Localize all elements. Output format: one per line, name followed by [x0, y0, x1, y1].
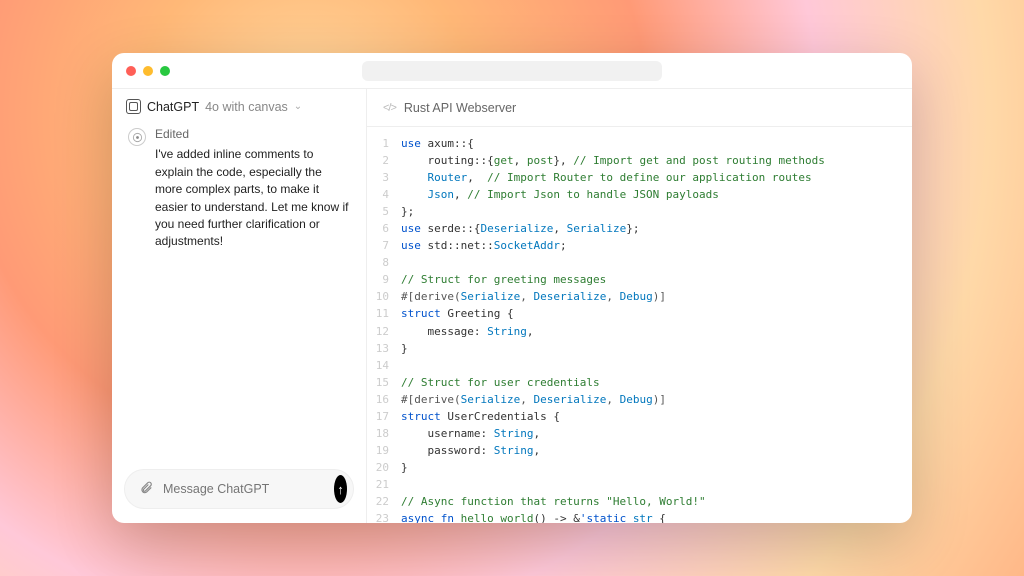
canvas-title: Rust API Webserver [404, 101, 516, 115]
send-button[interactable]: ↑ [334, 475, 347, 503]
canvas-header: </> Rust API Webserver [367, 89, 912, 127]
code-line[interactable]: 15// Struct for user credentials [367, 374, 912, 391]
main-split: ChatGPT 4o with canvas ⌄ Edited I've add… [112, 89, 912, 523]
assistant-text: Edited I've added inline comments to exp… [155, 126, 350, 251]
code-icon: </> [383, 102, 396, 114]
line-number: 23 [367, 510, 401, 523]
code-content[interactable]: routing::{get, post}, // Import get and … [401, 152, 912, 169]
code-content[interactable]: Router, // Import Router to define our a… [401, 169, 912, 186]
code-line[interactable]: 5}; [367, 203, 912, 220]
code-line[interactable]: 13} [367, 340, 912, 357]
code-content[interactable] [401, 357, 912, 374]
line-number: 14 [367, 357, 401, 374]
line-number: 20 [367, 459, 401, 476]
line-number: 15 [367, 374, 401, 391]
chat-panel: ChatGPT 4o with canvas ⌄ Edited I've add… [112, 89, 367, 523]
line-number: 12 [367, 323, 401, 340]
assistant-turn: Edited I've added inline comments to exp… [128, 126, 350, 251]
code-content[interactable]: // Struct for greeting messages [401, 271, 912, 288]
line-number: 9 [367, 271, 401, 288]
code-content[interactable]: struct UserCredentials { [401, 408, 912, 425]
code-content[interactable]: async fn hello_world() -> &'static str { [401, 510, 912, 523]
code-line[interactable]: 1use axum::{ [367, 135, 912, 152]
code-content[interactable]: } [401, 340, 912, 357]
code-content[interactable]: use serde::{Deserialize, Serialize}; [401, 220, 912, 237]
code-line[interactable]: 23async fn hello_world() -> &'static str… [367, 510, 912, 523]
line-number: 16 [367, 391, 401, 408]
code-line[interactable]: 10#[derive(Serialize, Deserialize, Debug… [367, 288, 912, 305]
chevron-down-icon: ⌄ [294, 101, 302, 112]
attach-icon[interactable] [139, 481, 153, 498]
line-number: 11 [367, 305, 401, 322]
window-controls [126, 66, 170, 76]
sidebar-toggle-icon[interactable] [126, 99, 141, 114]
line-number: 17 [367, 408, 401, 425]
code-content[interactable]: struct Greeting { [401, 305, 912, 322]
code-content[interactable]: use std::net::SocketAddr; [401, 237, 912, 254]
code-line[interactable]: 3 Router, // Import Router to define our… [367, 169, 912, 186]
line-number: 5 [367, 203, 401, 220]
line-number: 18 [367, 425, 401, 442]
code-line[interactable]: 16#[derive(Serialize, Deserialize, Debug… [367, 391, 912, 408]
code-line[interactable]: 6use serde::{Deserialize, Serialize}; [367, 220, 912, 237]
model-name: ChatGPT [147, 100, 199, 114]
line-number: 10 [367, 288, 401, 305]
code-content[interactable] [401, 476, 912, 493]
code-line[interactable]: 14 [367, 357, 912, 374]
model-selector[interactable]: ChatGPT 4o with canvas ⌄ [112, 89, 366, 122]
app-window: ChatGPT 4o with canvas ⌄ Edited I've add… [112, 53, 912, 523]
code-editor[interactable]: 1use axum::{2 routing::{get, post}, // I… [367, 127, 912, 523]
canvas-panel: </> Rust API Webserver 1use axum::{2 rou… [367, 89, 912, 523]
code-line[interactable]: 20} [367, 459, 912, 476]
code-content[interactable]: password: String, [401, 442, 912, 459]
maximize-icon[interactable] [160, 66, 170, 76]
code-line[interactable]: 11struct Greeting { [367, 305, 912, 322]
line-number: 2 [367, 152, 401, 169]
line-number: 22 [367, 493, 401, 510]
address-bar[interactable] [362, 61, 662, 81]
line-number: 4 [367, 186, 401, 203]
close-icon[interactable] [126, 66, 136, 76]
code-content[interactable]: } [401, 459, 912, 476]
code-content[interactable]: // Async function that returns "Hello, W… [401, 493, 912, 510]
edited-label: Edited [155, 126, 350, 143]
code-content[interactable]: username: String, [401, 425, 912, 442]
code-line[interactable]: 2 routing::{get, post}, // Import get an… [367, 152, 912, 169]
code-content[interactable] [401, 254, 912, 271]
code-line[interactable]: 21 [367, 476, 912, 493]
line-number: 8 [367, 254, 401, 271]
code-content[interactable]: #[derive(Serialize, Deserialize, Debug)] [401, 288, 912, 305]
assistant-message: I've added inline comments to explain th… [155, 146, 350, 250]
code-line[interactable]: 8 [367, 254, 912, 271]
code-content[interactable]: #[derive(Serialize, Deserialize, Debug)] [401, 391, 912, 408]
code-content[interactable]: }; [401, 203, 912, 220]
line-number: 6 [367, 220, 401, 237]
code-content[interactable]: Json, // Import Json to handle JSON payl… [401, 186, 912, 203]
message-input[interactable] [163, 482, 324, 496]
code-line[interactable]: 18 username: String, [367, 425, 912, 442]
code-line[interactable]: 19 password: String, [367, 442, 912, 459]
code-line[interactable]: 7use std::net::SocketAddr; [367, 237, 912, 254]
code-line[interactable]: 9// Struct for greeting messages [367, 271, 912, 288]
model-variant: 4o with canvas [205, 100, 288, 114]
line-number: 3 [367, 169, 401, 186]
code-line[interactable]: 22// Async function that returns "Hello,… [367, 493, 912, 510]
code-line[interactable]: 4 Json, // Import Json to handle JSON pa… [367, 186, 912, 203]
minimize-icon[interactable] [143, 66, 153, 76]
line-number: 1 [367, 135, 401, 152]
line-number: 7 [367, 237, 401, 254]
line-number: 13 [367, 340, 401, 357]
titlebar [112, 53, 912, 89]
line-number: 19 [367, 442, 401, 459]
code-line[interactable]: 17struct UserCredentials { [367, 408, 912, 425]
chat-body: Edited I've added inline comments to exp… [112, 122, 366, 459]
composer[interactable]: ↑ [124, 469, 354, 509]
line-number: 21 [367, 476, 401, 493]
code-content[interactable]: message: String, [401, 323, 912, 340]
code-line[interactable]: 12 message: String, [367, 323, 912, 340]
assistant-avatar-icon [128, 128, 146, 146]
code-content[interactable]: use axum::{ [401, 135, 912, 152]
code-content[interactable]: // Struct for user credentials [401, 374, 912, 391]
